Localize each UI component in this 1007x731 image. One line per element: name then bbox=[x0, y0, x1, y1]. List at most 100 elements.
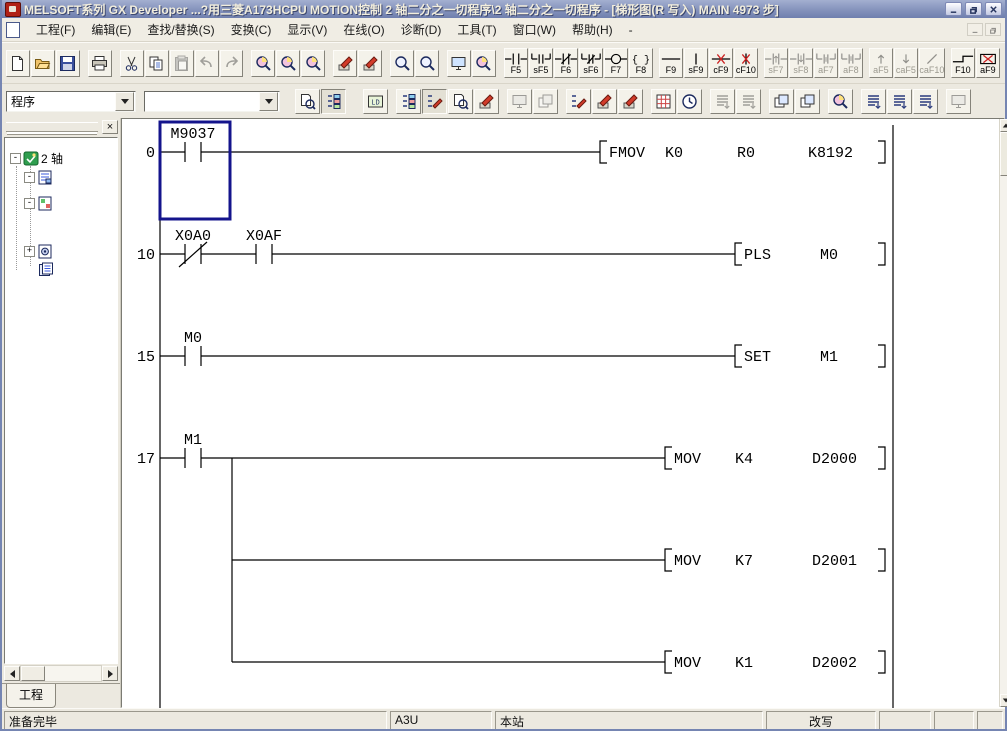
menu-help[interactable]: 帮助(H) bbox=[564, 18, 621, 41]
menu-diagnostics[interactable]: 诊断(D) bbox=[393, 18, 450, 41]
scroll-thumb[interactable] bbox=[21, 666, 45, 681]
scroll-up-button[interactable] bbox=[1000, 119, 1007, 132]
tree-node-program[interactable]: - bbox=[24, 170, 53, 185]
falling-pulse-button[interactable]: sF8 bbox=[789, 48, 813, 78]
mdi-child-icon[interactable] bbox=[6, 22, 20, 38]
device-list-monitor-button[interactable] bbox=[472, 50, 496, 77]
find-string-button[interactable] bbox=[301, 50, 325, 77]
monitor-window-button[interactable] bbox=[447, 50, 471, 77]
tab-project[interactable]: 工程 bbox=[6, 684, 56, 708]
ladder-editor[interactable]: 0 M9037 FMOV K0 R0 K8192 10 bbox=[121, 118, 1005, 708]
closed-branch-button[interactable]: sF6 bbox=[579, 48, 603, 78]
open-project-button[interactable] bbox=[31, 50, 55, 77]
redo-button[interactable] bbox=[220, 50, 244, 77]
collapse-icon[interactable]: - bbox=[24, 198, 35, 209]
delete-rung-button[interactable]: aF9 bbox=[976, 48, 1000, 78]
tile-windows-button[interactable] bbox=[795, 89, 820, 114]
scroll-left-button[interactable] bbox=[4, 666, 20, 681]
minimize-button[interactable] bbox=[945, 2, 962, 16]
scroll-track[interactable] bbox=[20, 665, 102, 682]
falling-pulse-branch-button[interactable]: aF8 bbox=[839, 48, 863, 78]
open-contact-button[interactable]: F5 bbox=[504, 48, 528, 78]
menu-view[interactable]: 显示(V) bbox=[279, 18, 335, 41]
combo-dropdown-icon[interactable] bbox=[259, 92, 278, 111]
horizontal-line-button[interactable]: F9 bbox=[659, 48, 683, 78]
options-button[interactable] bbox=[946, 89, 971, 114]
scroll-track[interactable] bbox=[1000, 132, 1007, 694]
scan-list-2-button[interactable] bbox=[887, 89, 912, 114]
undo-button[interactable] bbox=[195, 50, 219, 77]
parameter-find-button[interactable] bbox=[295, 89, 320, 114]
find-contact-coil-button[interactable] bbox=[276, 50, 300, 77]
falling-pulse-op-button[interactable]: caF5 bbox=[894, 48, 918, 78]
cross-reference-button[interactable] bbox=[415, 50, 439, 77]
menu-online[interactable]: 在线(O) bbox=[335, 18, 392, 41]
paste-button[interactable] bbox=[170, 50, 194, 77]
closed-contact-button[interactable]: F6 bbox=[554, 48, 578, 78]
monitor-write-mode-button[interactable] bbox=[474, 89, 499, 114]
vertical-line-button[interactable]: sF9 bbox=[684, 48, 708, 78]
monitor-mode-button[interactable] bbox=[448, 89, 473, 114]
print-button[interactable] bbox=[88, 50, 112, 77]
tree-node-device-comment[interactable]: - bbox=[24, 196, 53, 211]
close-button[interactable] bbox=[985, 2, 1002, 16]
monitor-start-button[interactable] bbox=[710, 89, 735, 114]
menu-project[interactable]: 工程(F) bbox=[28, 18, 83, 41]
collapse-icon[interactable]: - bbox=[24, 172, 35, 183]
menu-convert[interactable]: 变换(C) bbox=[223, 18, 280, 41]
comment-edit-button[interactable] bbox=[566, 89, 591, 114]
menu-edit[interactable]: 编辑(E) bbox=[83, 18, 139, 41]
find-device-button[interactable] bbox=[251, 50, 275, 77]
scroll-down-button[interactable] bbox=[1000, 694, 1007, 707]
mdi-minimize-button[interactable] bbox=[967, 23, 983, 36]
coil-button[interactable]: F7 bbox=[604, 48, 628, 78]
scroll-thumb[interactable] bbox=[1000, 132, 1007, 176]
note-edit-button[interactable] bbox=[618, 89, 643, 114]
panel-grip-handle[interactable] bbox=[6, 122, 98, 132]
ladder-vertical-scrollbar[interactable] bbox=[999, 119, 1007, 707]
copy-button[interactable] bbox=[145, 50, 169, 77]
write-mode-button[interactable] bbox=[422, 89, 447, 114]
rising-pulse-branch-button[interactable]: aF7 bbox=[814, 48, 838, 78]
ladder-diagram[interactable]: 0 M9037 FMOV K0 R0 K8192 10 bbox=[122, 119, 999, 723]
menu-tools[interactable]: 工具(T) bbox=[449, 18, 504, 41]
scan-list-1-button[interactable] bbox=[861, 89, 886, 114]
cascade-windows-button[interactable] bbox=[769, 89, 794, 114]
cut-button[interactable] bbox=[120, 50, 144, 77]
delete-horizontal-line-button[interactable]: cF9 bbox=[709, 48, 733, 78]
menu-window[interactable]: 窗口(W) bbox=[505, 18, 564, 41]
scan-list-3-button[interactable] bbox=[913, 89, 938, 114]
clock-setting-button[interactable] bbox=[677, 89, 702, 114]
data-name-combobox[interactable] bbox=[144, 91, 280, 112]
restore-button[interactable] bbox=[965, 2, 982, 16]
panel-close-button[interactable]: × bbox=[102, 120, 118, 134]
scroll-right-button[interactable] bbox=[102, 666, 118, 681]
device-batch-monitor-button[interactable] bbox=[651, 89, 676, 114]
statement-display-button[interactable] bbox=[533, 89, 558, 114]
tree-horizontal-scrollbar[interactable] bbox=[4, 665, 118, 682]
string-replace-button[interactable] bbox=[358, 50, 382, 77]
data-kind-combobox[interactable]: 程序 bbox=[6, 91, 136, 112]
application-instruction-button[interactable]: F8 bbox=[629, 48, 653, 78]
tree-node-project-root[interactable]: - 2 轴 bbox=[10, 150, 63, 167]
ladder-logic-test-button[interactable] bbox=[363, 89, 388, 114]
project-data-list-toggle[interactable] bbox=[321, 89, 346, 114]
save-project-button[interactable] bbox=[56, 50, 80, 77]
entry-data-monitor-button[interactable] bbox=[828, 89, 853, 114]
monitor-stop-button[interactable] bbox=[736, 89, 761, 114]
rising-pulse-button[interactable]: sF7 bbox=[764, 48, 788, 78]
combo-dropdown-icon[interactable] bbox=[115, 92, 134, 111]
tree-node-device-memory[interactable] bbox=[38, 262, 54, 277]
rising-pulse-op-button[interactable]: aF5 bbox=[869, 48, 893, 78]
collapse-icon[interactable]: - bbox=[10, 153, 21, 164]
invert-op-button[interactable]: caF10 bbox=[919, 48, 945, 78]
new-project-button[interactable] bbox=[6, 50, 30, 77]
comment-display-button[interactable] bbox=[507, 89, 532, 114]
menu-find-replace[interactable]: 查找/替换(S) bbox=[139, 18, 222, 41]
tree-node-parameter[interactable]: + bbox=[24, 244, 53, 259]
branch-line-button[interactable]: F10 bbox=[951, 48, 975, 78]
zoom-find-button[interactable] bbox=[390, 50, 414, 77]
device-replace-button[interactable] bbox=[333, 50, 357, 77]
statement-edit-button[interactable] bbox=[592, 89, 617, 114]
open-branch-button[interactable]: sF5 bbox=[529, 48, 553, 78]
